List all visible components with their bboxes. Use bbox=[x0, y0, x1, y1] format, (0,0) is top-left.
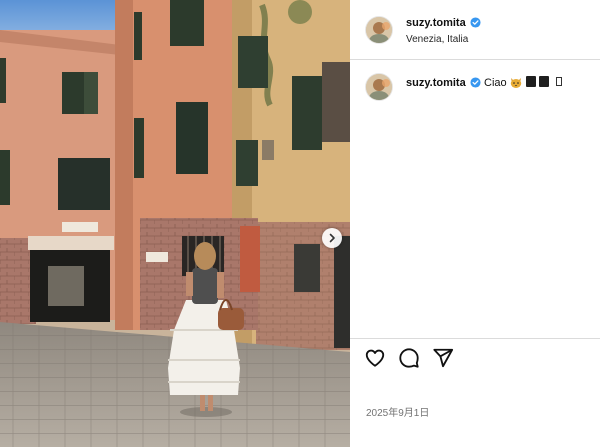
actions-divider bbox=[350, 338, 600, 339]
avatar-photo bbox=[366, 74, 392, 100]
verified-badge-icon bbox=[470, 17, 481, 28]
black-square-emoji-icon bbox=[539, 76, 549, 87]
cat-face-emoji-icon bbox=[510, 78, 522, 88]
chevron-right-icon bbox=[329, 233, 335, 243]
black-square-emoji-icon bbox=[526, 76, 536, 87]
caption-avatar[interactable] bbox=[366, 74, 392, 100]
caption-username[interactable]: suzy.tomita bbox=[406, 77, 466, 89]
avatar[interactable] bbox=[366, 17, 392, 43]
comment-bubble-icon[interactable] bbox=[398, 347, 420, 369]
paper-plane-icon[interactable] bbox=[432, 347, 454, 369]
venice-street-photo bbox=[0, 0, 350, 447]
post-header: suzy.tomita Venezia, Italia bbox=[350, 0, 600, 59]
verified-badge-icon bbox=[470, 77, 481, 88]
avatar-photo bbox=[366, 17, 392, 43]
header-divider bbox=[350, 59, 600, 60]
heart-icon[interactable] bbox=[364, 347, 386, 369]
post-photo[interactable] bbox=[0, 0, 350, 447]
next-image-button[interactable] bbox=[322, 228, 342, 248]
post-side-panel: suzy.tomita Venezia, Italia suzy.tomita … bbox=[350, 0, 600, 447]
post-author-username[interactable]: suzy.tomita bbox=[406, 17, 466, 29]
unrendered-glyph-icon bbox=[556, 77, 562, 86]
post-location[interactable]: Venezia, Italia bbox=[406, 34, 468, 45]
post-actions bbox=[350, 347, 600, 377]
caption-text: Ciao bbox=[484, 77, 507, 89]
post-date: 2025年9月1日 bbox=[366, 408, 430, 419]
